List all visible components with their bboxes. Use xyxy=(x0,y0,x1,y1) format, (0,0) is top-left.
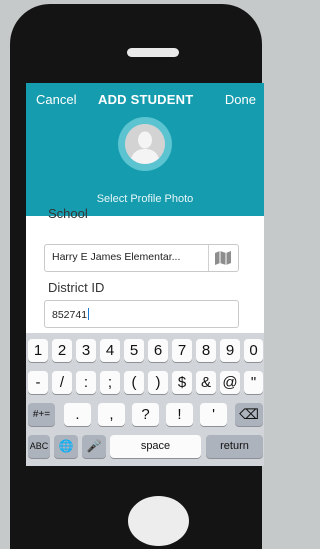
key-close-paren[interactable]: ) xyxy=(148,371,168,394)
cancel-button[interactable]: Cancel xyxy=(36,92,76,107)
key-dollar[interactable]: $ xyxy=(172,371,192,394)
key-7[interactable]: 7 xyxy=(172,339,192,362)
key-colon[interactable]: : xyxy=(76,371,96,394)
backspace-icon[interactable]: ⌫ xyxy=(235,403,263,426)
page-title: ADD STUDENT xyxy=(98,92,194,107)
numeric-keyboard: 1 2 3 4 5 6 7 8 9 0 - / : ; ( ) $ & @ " … xyxy=(26,333,264,466)
key-period[interactable]: . xyxy=(64,403,91,426)
earpiece-speaker xyxy=(127,48,179,57)
school-label: School xyxy=(48,206,88,221)
map-icon[interactable] xyxy=(214,250,232,271)
key-0[interactable]: 0 xyxy=(244,339,263,362)
key-8[interactable]: 8 xyxy=(196,339,216,362)
key-abc[interactable]: ABC xyxy=(28,435,50,458)
text-cursor xyxy=(88,308,90,320)
key-question[interactable]: ? xyxy=(132,403,159,426)
key-quote[interactable]: " xyxy=(244,371,263,394)
globe-icon[interactable]: 🌐 xyxy=(54,435,78,458)
key-apostrophe[interactable]: ' xyxy=(200,403,227,426)
home-button[interactable] xyxy=(128,496,189,546)
key-slash[interactable]: / xyxy=(52,371,72,394)
key-ampersand[interactable]: & xyxy=(196,371,216,394)
key-9[interactable]: 9 xyxy=(220,339,240,362)
school-field[interactable]: Harry E James Elementar... xyxy=(44,244,239,272)
key-hyphen[interactable]: - xyxy=(28,371,48,394)
done-button[interactable]: Done xyxy=(225,92,256,107)
key-3[interactable]: 3 xyxy=(76,339,96,362)
key-more-symbols[interactable]: #+= xyxy=(28,403,55,426)
key-6[interactable]: 6 xyxy=(148,339,168,362)
avatar-placeholder-icon xyxy=(125,124,165,164)
app-screen: Cancel ADD STUDENT Done Select Profile P… xyxy=(26,83,264,466)
select-profile-photo-label[interactable]: Select Profile Photo xyxy=(26,193,264,205)
profile-photo-picker[interactable] xyxy=(118,117,172,171)
student-form: School Harry E James Elementar... Distri… xyxy=(26,206,264,333)
key-4[interactable]: 4 xyxy=(100,339,120,362)
key-semicolon[interactable]: ; xyxy=(100,371,120,394)
field-divider xyxy=(208,245,209,271)
return-key[interactable]: return xyxy=(206,435,263,458)
school-value: Harry E James Elementar... xyxy=(52,251,181,263)
key-exclamation[interactable]: ! xyxy=(166,403,193,426)
key-open-paren[interactable]: ( xyxy=(124,371,144,394)
district-id-value: 852741 xyxy=(52,309,88,321)
key-comma[interactable]: , xyxy=(98,403,125,426)
district-id-label: District ID xyxy=(48,280,105,295)
key-1[interactable]: 1 xyxy=(28,339,48,362)
district-id-field[interactable]: 852741 xyxy=(44,300,239,328)
add-student-header: Cancel ADD STUDENT Done Select Profile P… xyxy=(26,83,264,216)
space-bar[interactable]: space xyxy=(110,435,201,458)
microphone-icon[interactable]: 🎤 xyxy=(82,435,106,458)
key-5[interactable]: 5 xyxy=(124,339,144,362)
key-2[interactable]: 2 xyxy=(52,339,72,362)
key-at[interactable]: @ xyxy=(220,371,240,394)
